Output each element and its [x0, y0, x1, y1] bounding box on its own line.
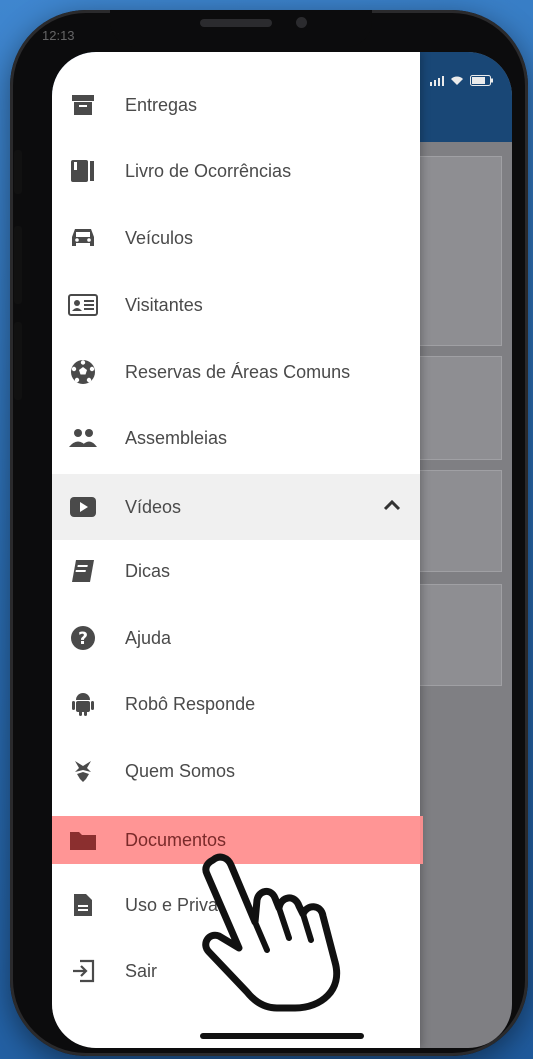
menu-item-label: Reservas de Áreas Comuns [125, 361, 351, 382]
pointing-hand-icon [202, 853, 341, 1012]
menu-item-label: Veículos [125, 227, 194, 248]
menu-item-quem-somos[interactable]: Quem Somos [52, 738, 420, 804]
chevron-up-icon[interactable] [382, 498, 402, 516]
people-icon [68, 423, 98, 453]
menu-item-veiculos[interactable]: Veículos [52, 205, 420, 271]
menu-item-ajuda[interactable]: ? Ajuda [52, 605, 420, 671]
menu-item-label: Quem Somos [125, 760, 236, 781]
android-icon [68, 689, 98, 719]
front-camera [296, 17, 307, 28]
menu-item-livro-de-ocorrencias[interactable]: Livro de Ocorrências [52, 138, 420, 204]
menu-item-label: Visitantes [125, 294, 203, 315]
menu-item-videos[interactable]: Vídeos [52, 474, 420, 540]
menu-item-entregas[interactable]: Entregas [52, 72, 420, 138]
menu-item-label: Entregas [125, 94, 198, 115]
menu-item-robo-responde[interactable]: Robô Responde [52, 671, 420, 737]
id-card-icon [68, 290, 98, 320]
menu-item-label: Ajuda [125, 627, 172, 648]
folder-icon [68, 825, 98, 855]
menu-item-label: Robô Responde [125, 693, 256, 714]
menu-item-label: Sair [125, 960, 158, 981]
status-time: 12:13 [42, 28, 75, 43]
book-icon [68, 156, 98, 186]
menu-item-label: Dicas [125, 560, 171, 581]
car-icon [68, 223, 98, 253]
soccer-ball-icon [68, 357, 98, 387]
mute-switch [14, 150, 22, 194]
menu-item-dicas[interactable]: Dicas [52, 538, 420, 604]
logout-icon [68, 956, 98, 986]
menu-item-label: Livro de Ocorrências [125, 160, 292, 181]
home-indicator [200, 1033, 364, 1039]
menu-item-visitantes[interactable]: Visitantes [52, 272, 420, 338]
menu-item-label: Documentos [125, 829, 227, 850]
help-icon: ? [68, 623, 98, 653]
svg-text:?: ? [78, 629, 88, 649]
menu-item-label: Assembleias [125, 427, 228, 448]
volume-down-button [14, 322, 22, 400]
menu-item-assembleias[interactable]: Assembleias [52, 405, 420, 471]
archive-icon [68, 90, 98, 120]
menu-item-label: Vídeos [125, 496, 182, 517]
video-icon [68, 492, 98, 522]
volume-up-button [14, 226, 22, 304]
speaker [200, 19, 272, 27]
notebook-icon [68, 556, 98, 586]
notch [110, 10, 372, 47]
logo-icon [68, 756, 98, 786]
document-icon [68, 890, 98, 920]
menu-item-reservas[interactable]: Reservas de Áreas Comuns [52, 339, 420, 405]
phone-frame: Entregas Livro de Ocorrências Veículos V… [10, 10, 528, 1056]
